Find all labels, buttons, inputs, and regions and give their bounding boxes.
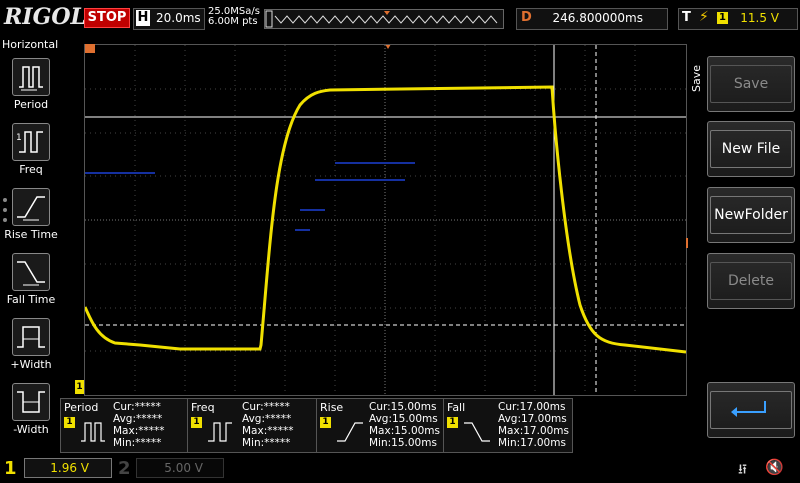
period-icon: [81, 422, 105, 442]
fall-time-icon: [12, 253, 50, 291]
memory-overview[interactable]: [264, 9, 504, 29]
rise-time-icon: [337, 422, 363, 442]
measurement-freq[interactable]: Freq 1 Cur:***** Avg:***** Max:***** Min:**…: [187, 398, 317, 453]
ch2-label[interactable]: 2: [118, 458, 131, 479]
ch2-scale-box[interactable]: 5.00 V: [136, 458, 224, 478]
trigger-position-marker: [85, 44, 95, 53]
new-folder-button[interactable]: NewFolder: [707, 187, 795, 243]
delay-box[interactable]: D 246.800000ms: [516, 8, 668, 30]
measurement-channel: 1: [447, 417, 458, 428]
ch1-label[interactable]: 1: [4, 458, 20, 479]
trigger-channel: 1: [717, 12, 728, 24]
measurement-title: Rise: [320, 401, 344, 414]
menu-item-label: Freq: [19, 163, 43, 176]
neg-width-icon: [12, 383, 50, 421]
measurement-channel: 1: [64, 417, 75, 428]
save-button-label: Save: [710, 65, 792, 103]
speaker-mute-icon[interactable]: 🔇: [765, 458, 784, 476]
ch1-ground-marker[interactable]: 1: [75, 380, 84, 394]
delay-key: D: [521, 10, 532, 25]
period-icon: [12, 58, 50, 96]
delay-value: 246.800000ms: [552, 11, 643, 25]
waveform-display[interactable]: [25, 44, 687, 396]
measurement-period[interactable]: Period 1 Cur:***** Avg:***** Max:***** Min:…: [60, 398, 188, 453]
menu-item-rise-time[interactable]: Rise Time: [0, 188, 62, 252]
measurement-fall[interactable]: Fall 1 Cur:17.00ms Avg:17.00ms Max:17.00ms…: [443, 398, 573, 453]
return-button-inner: [710, 391, 792, 429]
new-file-button-label: New File: [710, 130, 792, 168]
ch1-scale: 1.96 V: [50, 461, 89, 475]
measurement-title: Freq: [191, 401, 215, 414]
menu-item-neg-width[interactable]: -Width: [0, 383, 62, 447]
measurement-title: Period: [64, 401, 99, 414]
fall-time-icon: [464, 422, 490, 442]
memory-depth: 6.00M pts: [208, 16, 258, 27]
menu-item-freq[interactable]: 1 Freq: [0, 123, 62, 187]
run-stop-status[interactable]: STOP: [84, 8, 130, 28]
freq-icon: [208, 422, 232, 442]
delete-button-label: Delete: [710, 262, 792, 300]
measurement-channel: 1: [191, 417, 202, 428]
brand-logo: RIGOL: [4, 4, 86, 30]
right-menu-title: Save: [690, 64, 703, 92]
usb-icon: ⭿: [738, 462, 748, 478]
ch2-scale: 5.00 V: [164, 461, 203, 475]
menu-item-label: Fall Time: [6, 293, 56, 306]
new-folder-button-label: NewFolder: [710, 196, 792, 234]
left-menu-title: Horizontal: [2, 38, 59, 51]
delete-button[interactable]: Delete: [707, 253, 795, 309]
timebase-box[interactable]: H 20.0ms: [133, 8, 205, 30]
menu-item-label: Rise Time: [4, 228, 58, 241]
menu-item-pos-width[interactable]: +Width: [0, 318, 62, 382]
timebase-key: H: [136, 10, 150, 26]
save-button[interactable]: Save: [707, 56, 795, 112]
ch1-scale-box[interactable]: 1.96 V: [24, 458, 112, 478]
menu-item-fall-time[interactable]: Fall Time: [0, 253, 62, 317]
pos-width-icon: [12, 318, 50, 356]
new-file-button[interactable]: New File: [707, 121, 795, 177]
svg-text:1: 1: [16, 133, 22, 143]
menu-item-label: Period: [13, 98, 49, 111]
return-arrow-icon: [731, 401, 766, 417]
memory-waveform-icon: [265, 10, 498, 28]
rising-edge-icon: ⚡: [699, 9, 709, 25]
timebase-value: 20.0ms: [156, 11, 201, 25]
rise-time-icon: [12, 188, 50, 226]
measurement-channel: 1: [320, 417, 331, 428]
menu-item-period[interactable]: Period: [0, 58, 62, 122]
menu-item-label: +Width: [10, 358, 52, 371]
measurement-title: Fall: [447, 401, 466, 414]
trigger-key: T: [682, 10, 691, 25]
trigger-level: 11.5 V: [740, 11, 779, 25]
freq-icon: 1: [12, 123, 50, 161]
measurement-rise[interactable]: Rise 1 Cur:15.00ms Avg:15.00ms Max:15.00ms…: [316, 398, 444, 453]
measurement-values: Cur:17.00ms Avg:17.00ms Max:17.00ms Min:17.…: [498, 401, 570, 449]
menu-item-label: -Width: [13, 423, 49, 436]
sample-info: 25.0MSa/s 6.00M pts: [208, 7, 260, 27]
measurement-values: Cur:15.00ms Avg:15.00ms Max:15.00ms Min:15.…: [369, 401, 441, 449]
measurement-values: Cur:***** Avg:***** Max:***** Min:*****: [242, 401, 294, 449]
trigger-box[interactable]: T ⚡ 1 11.5 V: [678, 8, 798, 30]
measurement-values: Cur:***** Avg:***** Max:***** Min:*****: [113, 401, 165, 449]
return-button[interactable]: [707, 382, 795, 438]
waveform-grid: [25, 44, 687, 396]
